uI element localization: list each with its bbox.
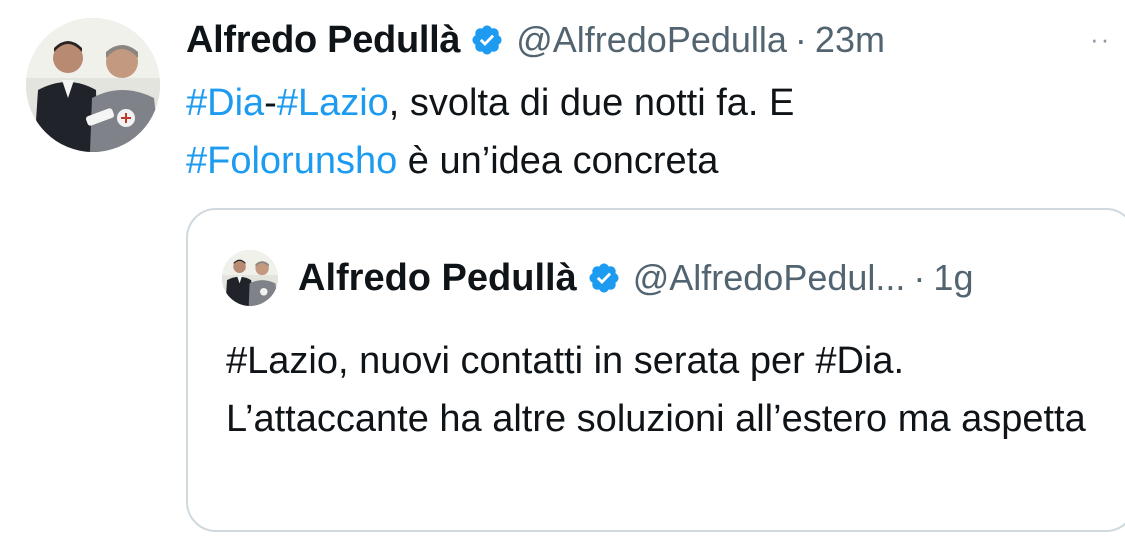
quoted-tweet-timestamp[interactable]: 1g: [933, 257, 973, 299]
tweet-text-fragment: , svolta di due notti fa. E: [388, 82, 795, 124]
avatar-photo-icon: [222, 250, 278, 306]
quoted-author-avatar[interactable]: [222, 250, 278, 306]
verified-badge-icon: [589, 263, 619, 293]
quoted-tweet-header: Alfredo Pedullà @AlfredoPedul... · 1g: [222, 250, 973, 306]
avatar-photo-icon: [26, 18, 160, 152]
tweet-text: #Dia-#Lazio, svolta di due notti fa. E #…: [186, 74, 1086, 190]
tweet-timestamp[interactable]: 23m: [815, 19, 885, 61]
tweet-text-fragment: è un’idea concreta: [397, 140, 719, 182]
quoted-author-handle[interactable]: @AlfredoPedul...: [633, 257, 906, 299]
hashtag-link[interactable]: #Dia: [186, 82, 264, 124]
author-handle[interactable]: @AlfredoPedulla: [516, 19, 787, 61]
hashtag-link[interactable]: #Lazio: [277, 82, 389, 124]
tweet-text-fragment: -: [264, 82, 277, 124]
separator-dot: ·: [794, 19, 807, 60]
author-name[interactable]: Alfredo Pedullà: [186, 19, 461, 62]
tweet-header: Alfredo Pedullà @AlfredoPedulla · 23m: [186, 14, 885, 66]
separator-dot: ·: [913, 257, 926, 298]
more-options-icon[interactable]: ··: [1090, 24, 1111, 55]
quoted-tweet-card[interactable]: Alfredo Pedullà @AlfredoPedul... · 1g #L…: [186, 208, 1125, 532]
hashtag-link[interactable]: #Folorunsho: [186, 140, 397, 182]
tweet[interactable]: Alfredo Pedullà @AlfredoPedulla · 23m ··…: [0, 0, 1125, 552]
verified-badge-icon: [472, 25, 502, 55]
quoted-author-name[interactable]: Alfredo Pedullà: [298, 257, 577, 300]
author-avatar[interactable]: [26, 18, 160, 152]
quoted-tweet-text: #Lazio, nuovi contatti in serata per #Di…: [226, 340, 1086, 440]
